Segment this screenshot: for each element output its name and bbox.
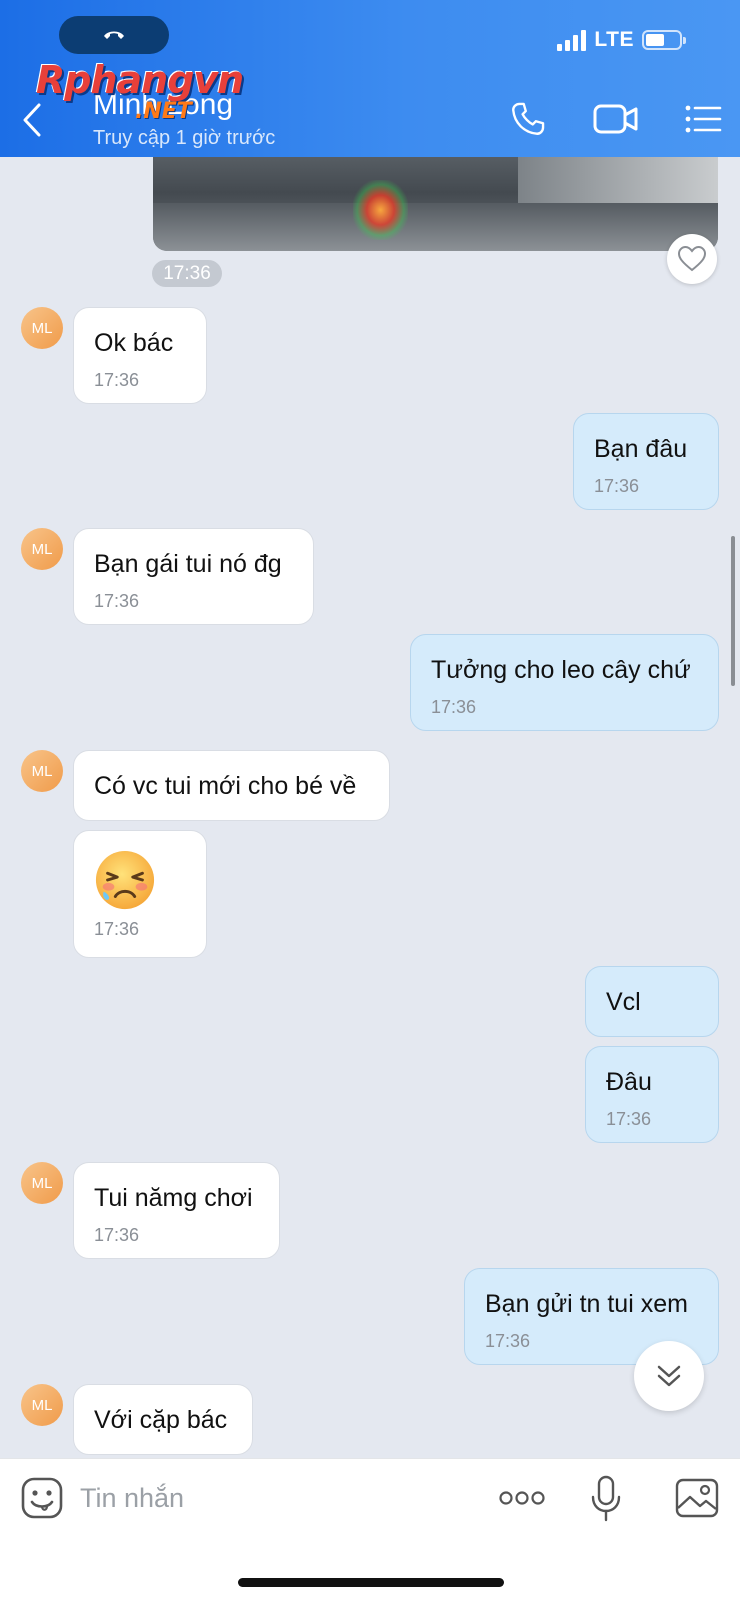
react-button[interactable] — [667, 234, 717, 284]
message-text: Ok bác — [94, 329, 174, 357]
avatar[interactable]: ML — [21, 307, 63, 349]
message-time: 17:36 — [94, 591, 140, 611]
ongoing-call-indicator[interactable] — [59, 16, 169, 54]
message-input[interactable] — [80, 1475, 470, 1521]
status-bar: LTE — [557, 28, 686, 52]
watermark-logo: Rphangvn — [36, 58, 244, 102]
smiley-sticker-icon — [21, 1477, 63, 1519]
chat-header: LTE Minh Long Truy cập 1 giờ trước Rphan… — [0, 0, 740, 157]
avatar[interactable]: ML — [21, 1162, 63, 1204]
battery-icon — [642, 30, 686, 50]
message-text: Tui nămg chơi — [94, 1184, 253, 1212]
message-time: 17:36 — [431, 697, 477, 717]
avatar[interactable]: ML — [21, 528, 63, 570]
message-text: Với cặp bác — [94, 1406, 228, 1434]
sticker-button[interactable] — [19, 1475, 65, 1521]
message-text: Bạn gái tui nó đg — [94, 550, 282, 578]
message-bubble-incoming[interactable]: Tui nămg chơi 17:36 — [73, 1162, 280, 1259]
hang-up-icon — [104, 31, 124, 39]
message-text: Bạn đâu — [594, 435, 688, 463]
video-call-button[interactable] — [590, 96, 642, 142]
signal-icon — [557, 29, 587, 51]
photo-message[interactable] — [153, 145, 718, 251]
video-call-icon — [593, 104, 638, 134]
photo-timestamp: 17:36 — [152, 260, 222, 287]
message-text: Bạn gửi tn tui xem — [485, 1290, 688, 1318]
message-bubble-incoming[interactable]: Ok bác 17:36 — [73, 307, 207, 404]
scrollbar[interactable] — [731, 536, 735, 686]
message-time: 17:36 — [94, 919, 140, 939]
voice-message-button[interactable] — [588, 1473, 624, 1525]
avatar[interactable]: ML — [21, 750, 63, 792]
gallery-button[interactable] — [673, 1476, 721, 1520]
network-label: LTE — [594, 28, 634, 51]
more-options-button[interactable] — [498, 1481, 546, 1515]
message-bubble-incoming[interactable]: Bạn gái tui nó đg 17:36 — [73, 528, 314, 625]
message-bubble-outgoing[interactable]: Bạn đâu 17:36 — [573, 413, 719, 510]
crying-emoji-icon — [95, 850, 155, 910]
message-bubble-incoming[interactable]: Có vc tui mới cho bé về — [73, 750, 390, 821]
message-text: Đâu — [606, 1068, 652, 1096]
message-bubble-incoming[interactable]: Với cặp bác — [73, 1384, 253, 1455]
double-chevron-down-icon — [657, 1365, 681, 1387]
voice-call-button[interactable] — [505, 96, 551, 142]
message-bubble-outgoing[interactable]: Đâu 17:36 — [585, 1046, 719, 1143]
scroll-to-bottom-button[interactable] — [634, 1341, 704, 1411]
avatar[interactable]: ML — [21, 1384, 63, 1426]
heart-icon — [678, 246, 706, 272]
message-bubble-outgoing[interactable]: Tưởng cho leo cây chứ 17:36 — [410, 634, 719, 731]
message-bubble-incoming[interactable]: 17:36 — [73, 830, 207, 958]
menu-button[interactable] — [680, 96, 726, 142]
message-bubble-outgoing[interactable]: Vcl — [585, 966, 719, 1037]
message-time: 17:36 — [594, 476, 640, 496]
message-time: 17:36 — [94, 1225, 140, 1245]
microphone-icon — [591, 1475, 621, 1522]
message-text: Có vc tui mới cho bé về — [94, 772, 357, 800]
back-arrow-icon — [23, 103, 41, 137]
image-gallery-icon — [675, 1478, 719, 1518]
menu-list-icon — [685, 105, 722, 133]
message-text: Vcl — [606, 988, 641, 1016]
contact-last-seen: Truy cập 1 giờ trước — [93, 127, 276, 149]
message-time: 17:36 — [606, 1109, 652, 1129]
message-text: Tưởng cho leo cây chứ — [431, 656, 691, 684]
watermark-logo-suffix: .NET — [135, 99, 192, 124]
message-time: 17:36 — [94, 370, 140, 390]
more-dots-icon — [499, 1491, 545, 1505]
phone-icon — [512, 102, 545, 135]
home-indicator[interactable] — [238, 1578, 504, 1587]
back-button[interactable] — [22, 100, 52, 140]
